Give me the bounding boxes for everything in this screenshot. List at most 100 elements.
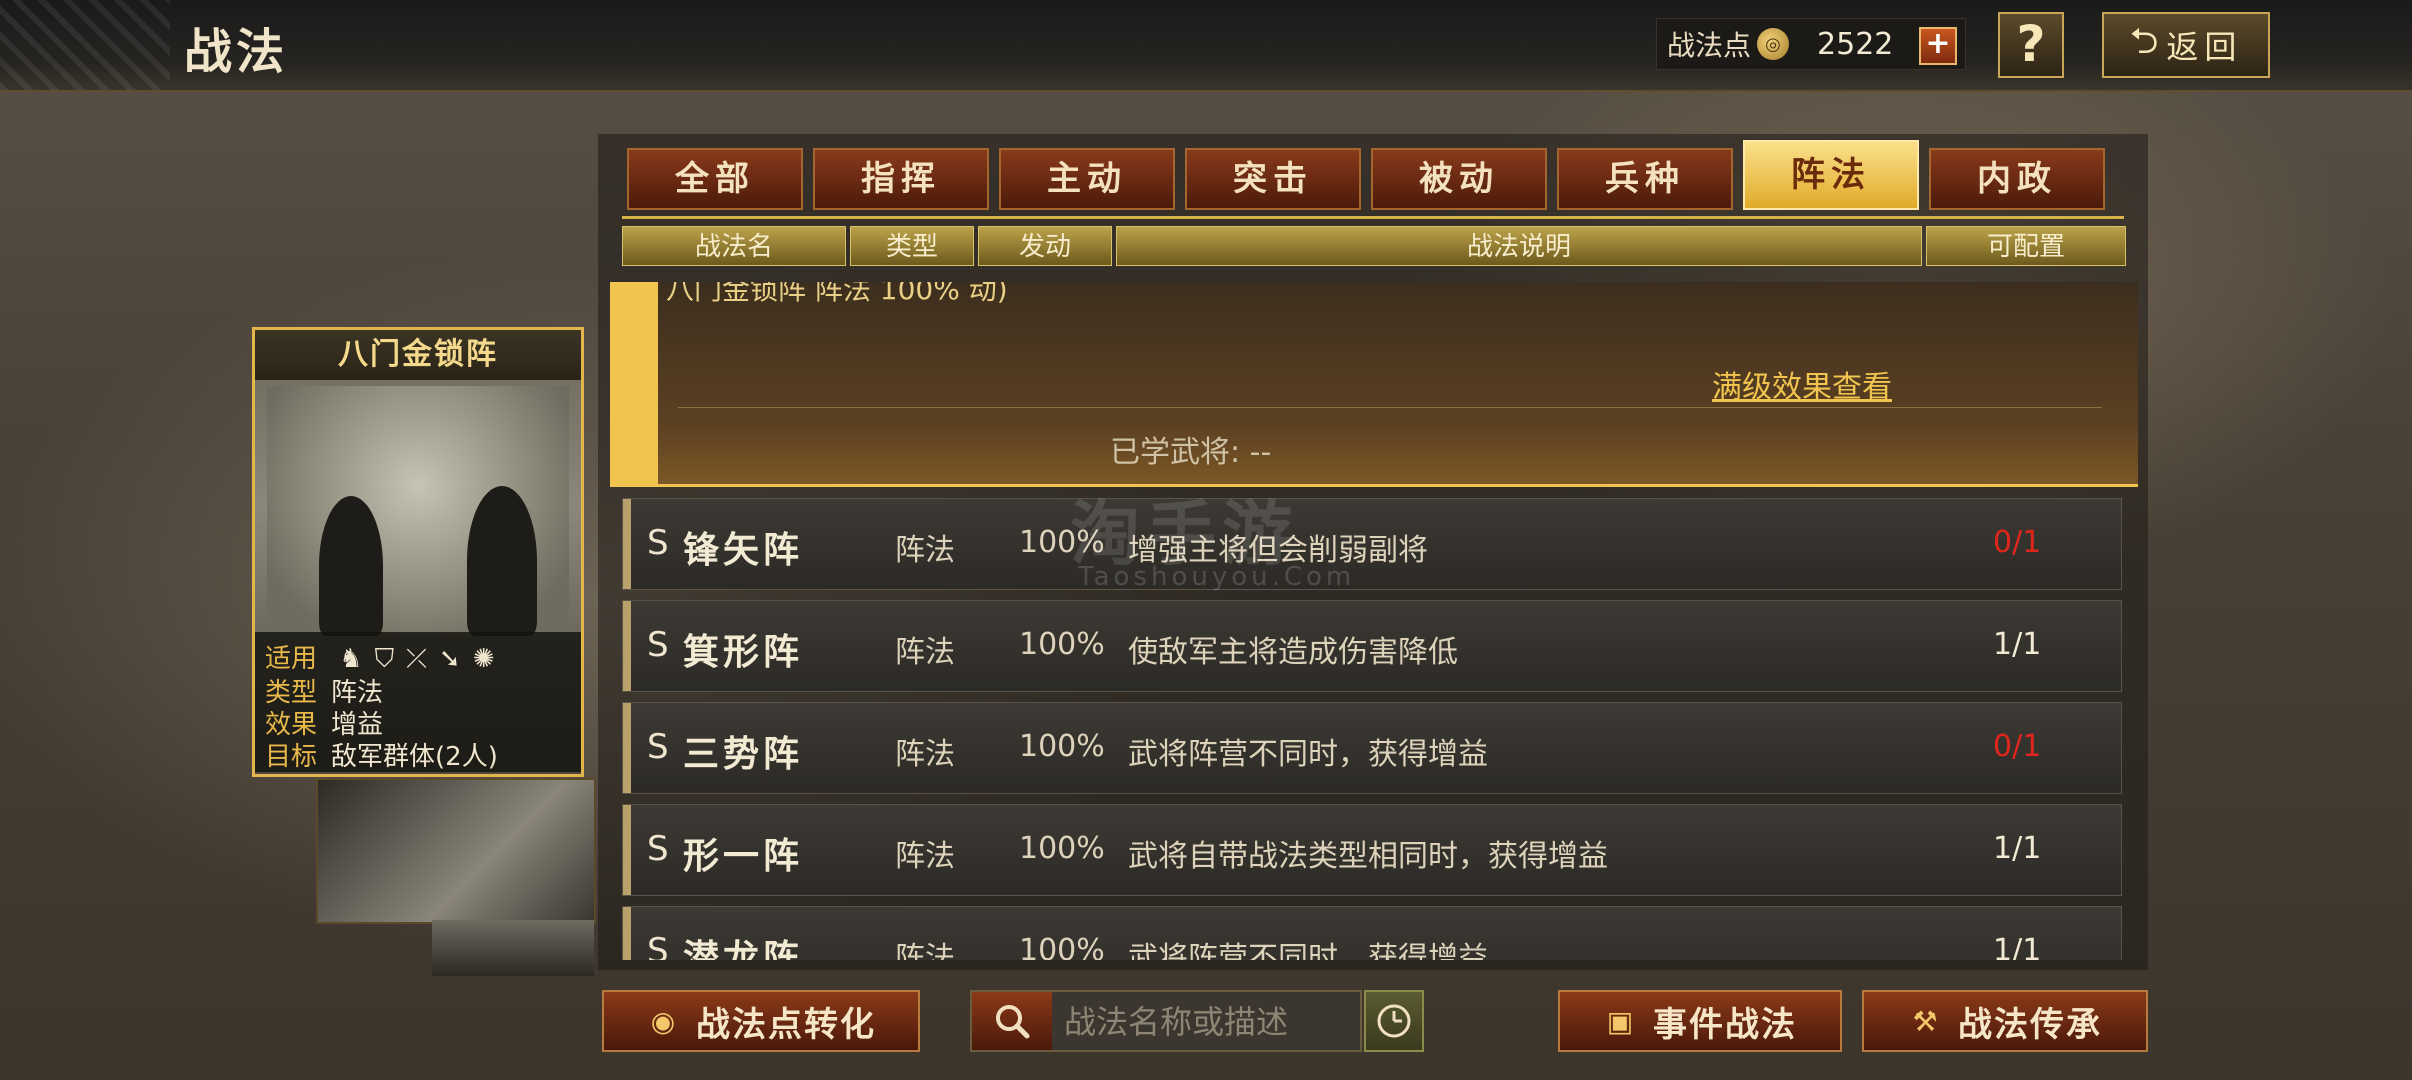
tab-command[interactable]: 指挥	[813, 148, 989, 210]
category-tabs: 全部 指挥 主动 突击 被动 兵种 阵法 内政	[627, 140, 2105, 210]
row-rate: 100%	[1019, 627, 1105, 662]
search-icon	[996, 1005, 1030, 1039]
row-type: 阵法	[895, 941, 955, 960]
row-grade: S	[647, 931, 669, 960]
add-points-button[interactable]: +	[1919, 27, 1957, 65]
max-level-effect-link[interactable]: 满级效果查看	[1712, 362, 1892, 406]
tactic-coin-icon: ◉	[650, 1004, 678, 1038]
row-description: 武将阵营不同时，获得增益	[1128, 941, 1488, 960]
row-count: 1/1	[1993, 831, 2042, 866]
row-grade: S	[647, 829, 669, 869]
page-title: 战法	[184, 24, 289, 80]
figure-silhouette	[319, 496, 383, 636]
tactic-inherit-button[interactable]: ⚒ 战法传承	[1862, 990, 2148, 1052]
spear-icon: ➘	[438, 644, 461, 674]
tactics-list[interactable]: 八门金锁阵 阵法 100% 动) 满级效果查看 已学武将: -- S 锋矢阵 阵…	[610, 282, 2140, 960]
row-accent	[623, 805, 631, 895]
back-button[interactable]: ⮌ 返回	[2102, 12, 2270, 78]
tactic-points-display: 战法点 ◎ 2522 +	[1656, 18, 1966, 70]
column-headers: 战法名 类型 发动 战法说明 可配置	[622, 226, 2126, 268]
hammer-icon: ⚒	[1912, 1004, 1940, 1038]
search-button[interactable]	[972, 992, 1052, 1050]
row-rate: 100%	[1019, 933, 1105, 960]
history-button[interactable]	[1364, 990, 1424, 1052]
card-artwork	[267, 386, 569, 636]
table-row[interactable]: S 形一阵 阵法 100% 武将自带战法类型相同时，获得增益 1/1	[622, 804, 2122, 896]
row-name: 箕形阵	[683, 632, 804, 673]
watermark-url: Taoshouyou.Com	[1078, 562, 1356, 592]
tab-internal[interactable]: 内政	[1929, 148, 2105, 210]
row-type: 阵法	[895, 737, 955, 772]
table-row[interactable]: S 三势阵 阵法 100% 武将阵营不同时，获得增益 0/1	[622, 702, 2122, 794]
tab-active[interactable]: 主动	[999, 148, 1175, 210]
row-count: 1/1	[1993, 933, 2042, 960]
info-key: 适用	[265, 644, 318, 674]
learned-generals: 已学武将: --	[1110, 435, 1272, 470]
row-accent	[623, 703, 631, 793]
siege-icon: ✺	[472, 644, 495, 674]
points-value: 2522	[1817, 26, 1894, 62]
row-grade: S	[647, 727, 669, 767]
tactic-inherit-label: 战法传承	[1958, 1004, 2102, 1045]
tactic-card: 八门金锁阵 适用 ♞ ⛉ ⤫ ➘ ✺ 类型 阵法 效果 增益 目标 敌军群体(2人)	[252, 327, 584, 777]
corner-pattern	[0, 0, 170, 90]
table-row[interactable]: S 锋矢阵 阵法 100% 增强主将但会削弱副将 0/1	[622, 498, 2122, 590]
col-trigger[interactable]: 发动	[978, 226, 1112, 266]
scroll-icon: ▣	[1606, 1004, 1636, 1038]
row-type: 阵法	[895, 839, 955, 874]
col-type[interactable]: 类型	[850, 226, 974, 266]
tab-passive[interactable]: 被动	[1371, 148, 1547, 210]
table-row[interactable]: S 潜龙阵 阵法 100% 武将阵营不同时，获得增益 1/1	[622, 906, 2122, 960]
search-input[interactable]	[1062, 998, 1356, 1046]
selected-row-partial: 八门金锁阵 阵法 100% 动)	[666, 282, 1008, 306]
row-name: 形一阵	[683, 836, 804, 877]
figure-silhouette	[467, 486, 537, 636]
col-configurable[interactable]: 可配置	[1926, 226, 2126, 266]
row-accent	[623, 601, 631, 691]
table-row[interactable]: S 箕形阵 阵法 100% 使敌军主将造成伤害降低 1/1	[622, 600, 2122, 692]
points-label: 战法点	[1667, 29, 1752, 62]
row-type: 阵法	[895, 533, 955, 568]
row-name: 锋矢阵	[683, 530, 804, 571]
selected-accent-bar	[610, 282, 658, 484]
card-info: 适用 ♞ ⛉ ⤫ ➘ ✺ 类型 阵法 效果 增益 目标 敌军群体(2人)	[255, 632, 581, 772]
card-stack-back-2	[432, 920, 594, 976]
event-tactics-button[interactable]: ▣ 事件战法	[1558, 990, 1842, 1052]
row-description: 武将自带战法类型相同时，获得增益	[1128, 839, 1608, 874]
clock-icon	[1377, 1004, 1411, 1038]
tab-formation[interactable]: 阵法	[1743, 140, 1919, 210]
row-description: 武将阵营不同时，获得增益	[1128, 737, 1488, 772]
card-stack-back	[316, 778, 596, 924]
bow-icon: ⤫	[406, 644, 427, 674]
event-tactics-label: 事件战法	[1653, 1004, 1797, 1045]
shield-icon: ⛉	[374, 644, 395, 674]
row-rate: 100%	[1019, 831, 1105, 866]
help-button[interactable]: ?	[1998, 12, 2064, 78]
tab-all[interactable]: 全部	[627, 148, 803, 210]
col-name[interactable]: 战法名	[622, 226, 846, 266]
row-accent	[623, 499, 631, 589]
tab-troop[interactable]: 兵种	[1557, 148, 1733, 210]
tab-underline	[622, 216, 2124, 219]
info-value: 敌军群体(2人)	[331, 742, 498, 772]
row-name: 潜龙阵	[683, 938, 804, 960]
row-rate: 100%	[1019, 729, 1105, 764]
tab-assault[interactable]: 突击	[1185, 148, 1361, 210]
detail-divider	[678, 407, 2102, 408]
info-key: 目标	[265, 742, 318, 772]
unit-type-icons: ♞ ⛉ ⤫ ➘ ✺	[339, 644, 494, 675]
row-count: 1/1	[1993, 627, 2042, 662]
row-accent	[623, 907, 631, 960]
row-grade: S	[647, 625, 669, 665]
row-count: 0/1	[1993, 729, 2042, 764]
selected-tactic-detail[interactable]: 八门金锁阵 阵法 100% 动) 满级效果查看 已学武将: --	[610, 282, 2138, 487]
tactic-coin-icon: ◎	[1757, 28, 1790, 60]
back-label: 返回	[2166, 28, 2243, 66]
cavalry-icon: ♞	[339, 644, 363, 674]
card-info-row: 适用 ♞ ⛉ ⤫ ➘ ✺	[265, 638, 495, 675]
back-arrow-icon: ⮌	[2129, 20, 2159, 62]
col-description: 战法说明	[1116, 226, 1922, 266]
convert-points-button[interactable]: ◉ 战法点转化	[602, 990, 920, 1052]
row-grade: S	[647, 523, 669, 563]
card-title: 八门金锁阵	[255, 330, 581, 380]
